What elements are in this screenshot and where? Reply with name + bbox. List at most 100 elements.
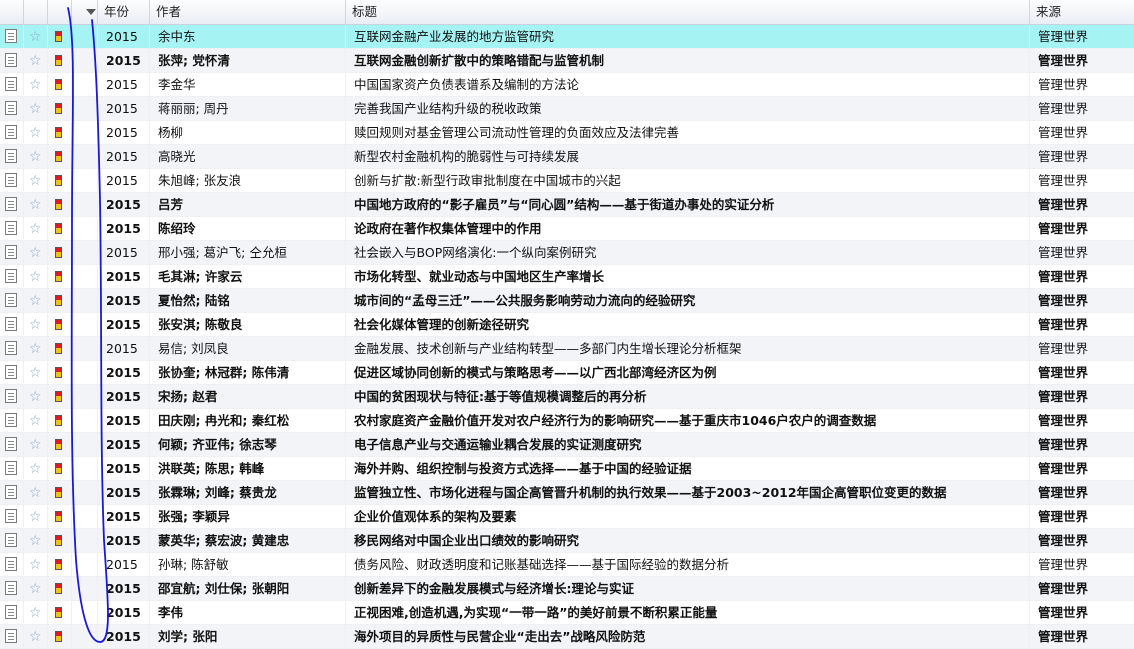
document-icon[interactable] [5, 221, 17, 235]
doc-cell[interactable] [0, 601, 24, 624]
table-row[interactable]: ☆ 2015 何颖; 齐亚伟; 徐志琴 电子信息产业与交通运输业耦合发展的实证测度研究… [0, 433, 1134, 457]
header-doc-col[interactable] [0, 0, 24, 24]
star-icon[interactable]: ☆ [29, 194, 42, 216]
star-cell[interactable]: ☆ [24, 433, 48, 456]
header-year[interactable]: 年份 [98, 0, 150, 24]
doc-cell[interactable] [0, 25, 24, 48]
document-icon[interactable] [5, 53, 17, 67]
table-row[interactable]: ☆ 2015 李伟 正视困难,创造机遇,为实现“一带一路”的美好前景不断积累正能量 管理… [0, 601, 1134, 625]
star-cell[interactable]: ☆ [24, 529, 48, 552]
star-cell[interactable]: ☆ [24, 385, 48, 408]
star-icon[interactable]: ☆ [29, 410, 42, 432]
table-row[interactable]: ☆ 2015 高晓光 新型农村金融机构的脆弱性与可持续发展 管理世界 [0, 145, 1134, 169]
doc-cell[interactable] [0, 481, 24, 504]
star-icon[interactable]: ☆ [29, 458, 42, 480]
doc-cell[interactable] [0, 49, 24, 72]
star-cell[interactable]: ☆ [24, 505, 48, 528]
table-row[interactable]: ☆ 2015 蒙英华; 蔡宏波; 黄建忠 移民网络对中国企业出口绩效的影响研究 管理世界 [0, 529, 1134, 553]
table-row[interactable]: ☆ 2015 孙琳; 陈舒敏 债务风险、财政透明度和记账基础选择——基于国际经验的数据… [0, 553, 1134, 577]
table-row[interactable]: ☆ 2015 易信; 刘凤良 金融发展、技术创新与产业结构转型——多部门内生增长理论分… [0, 337, 1134, 361]
star-cell[interactable]: ☆ [24, 217, 48, 240]
star-icon[interactable]: ☆ [29, 602, 42, 624]
header-sort-col[interactable] [72, 0, 98, 24]
document-icon[interactable] [5, 317, 17, 331]
star-cell[interactable]: ☆ [24, 121, 48, 144]
doc-cell[interactable] [0, 265, 24, 288]
star-icon[interactable]: ☆ [29, 146, 42, 168]
star-cell[interactable]: ☆ [24, 169, 48, 192]
star-icon[interactable]: ☆ [29, 578, 42, 600]
doc-cell[interactable] [0, 193, 24, 216]
document-icon[interactable] [5, 389, 17, 403]
star-icon[interactable]: ☆ [29, 530, 42, 552]
star-icon[interactable]: ☆ [29, 434, 42, 456]
table-row[interactable]: ☆ 2015 杨柳 赎回规则对基金管理公司流动性管理的负面效应及法律完善 管理世界 [0, 121, 1134, 145]
star-icon[interactable]: ☆ [29, 290, 42, 312]
star-icon[interactable]: ☆ [29, 242, 42, 264]
star-icon[interactable]: ☆ [29, 170, 42, 192]
doc-cell[interactable] [0, 217, 24, 240]
header-star-col[interactable] [24, 0, 48, 24]
document-icon[interactable] [5, 341, 17, 355]
star-cell[interactable]: ☆ [24, 289, 48, 312]
sort-down-icon[interactable] [86, 9, 96, 15]
table-row[interactable]: ☆ 2015 蒋丽丽; 周丹 完善我国产业结构升级的税收政策 管理世界 [0, 97, 1134, 121]
star-icon[interactable]: ☆ [29, 554, 42, 576]
star-icon[interactable]: ☆ [29, 218, 42, 240]
star-icon[interactable]: ☆ [29, 386, 42, 408]
doc-cell[interactable] [0, 361, 24, 384]
star-icon[interactable]: ☆ [29, 362, 42, 384]
table-row[interactable]: ☆ 2015 邵宜航; 刘仕保; 张朝阳 创新差异下的金融发展模式与经济增长:理论与实… [0, 577, 1134, 601]
star-cell[interactable]: ☆ [24, 361, 48, 384]
doc-cell[interactable] [0, 457, 24, 480]
star-cell[interactable]: ☆ [24, 457, 48, 480]
document-icon[interactable] [5, 629, 17, 643]
star-icon[interactable]: ☆ [29, 626, 42, 648]
doc-cell[interactable] [0, 337, 24, 360]
header-title[interactable]: 标题 [346, 0, 1030, 24]
star-icon[interactable]: ☆ [29, 506, 42, 528]
star-icon[interactable]: ☆ [29, 50, 42, 72]
document-icon[interactable] [5, 269, 17, 283]
star-icon[interactable]: ☆ [29, 122, 42, 144]
document-icon[interactable] [5, 149, 17, 163]
document-icon[interactable] [5, 125, 17, 139]
table-row[interactable]: ☆ 2015 陈绍玲 论政府在著作权集体管理中的作用 管理世界 [0, 217, 1134, 241]
star-cell[interactable]: ☆ [24, 409, 48, 432]
document-icon[interactable] [5, 197, 17, 211]
doc-cell[interactable] [0, 97, 24, 120]
table-row[interactable]: ☆ 2015 毛其淋; 许家云 市场化转型、就业动态与中国地区生产率增长 管理世界 [0, 265, 1134, 289]
document-icon[interactable] [5, 101, 17, 115]
doc-cell[interactable] [0, 553, 24, 576]
star-icon[interactable]: ☆ [29, 482, 42, 504]
table-row[interactable]: ☆ 2015 吕芳 中国地方政府的“影子雇员”与“同心圆”结构——基于街道办事处的实证… [0, 193, 1134, 217]
doc-cell[interactable] [0, 625, 24, 648]
doc-cell[interactable] [0, 73, 24, 96]
doc-cell[interactable] [0, 121, 24, 144]
doc-cell[interactable] [0, 169, 24, 192]
table-row[interactable]: ☆ 2015 张安淇; 陈敬良 社会化媒体管理的创新途径研究 管理世界 [0, 313, 1134, 337]
document-icon[interactable] [5, 605, 17, 619]
doc-cell[interactable] [0, 289, 24, 312]
table-row[interactable]: ☆ 2015 张协奎; 林冠群; 陈伟清 促进区域协同创新的模式与策略思考——以广西北… [0, 361, 1134, 385]
header-flag-col[interactable] [48, 0, 72, 24]
table-row[interactable]: ☆ 2015 张霖琳; 刘峰; 蔡贵龙 监管独立性、市场化进程与国企高管晋升机制的执行… [0, 481, 1134, 505]
table-row[interactable]: ☆ 2015 张强; 李颖异 企业价值观体系的架构及要素 管理世界 [0, 505, 1134, 529]
star-cell[interactable]: ☆ [24, 625, 48, 648]
document-icon[interactable] [5, 29, 17, 43]
document-icon[interactable] [5, 413, 17, 427]
star-icon[interactable]: ☆ [29, 314, 42, 336]
star-cell[interactable]: ☆ [24, 193, 48, 216]
star-icon[interactable]: ☆ [29, 74, 42, 96]
document-icon[interactable] [5, 245, 17, 259]
table-row[interactable]: ☆ 2015 余中东 互联网金融产业发展的地方监管研究 管理世界 [0, 25, 1134, 49]
star-icon[interactable]: ☆ [29, 98, 42, 120]
star-cell[interactable]: ☆ [24, 145, 48, 168]
star-icon[interactable]: ☆ [29, 26, 42, 48]
table-row[interactable]: ☆ 2015 刘学; 张阳 海外项目的异质性与民营企业“走出去”战略风险防范 管理世界 [0, 625, 1134, 649]
doc-cell[interactable] [0, 529, 24, 552]
header-author[interactable]: 作者 [150, 0, 346, 24]
star-cell[interactable]: ☆ [24, 97, 48, 120]
doc-cell[interactable] [0, 145, 24, 168]
header-source[interactable]: 来源 [1030, 0, 1134, 24]
